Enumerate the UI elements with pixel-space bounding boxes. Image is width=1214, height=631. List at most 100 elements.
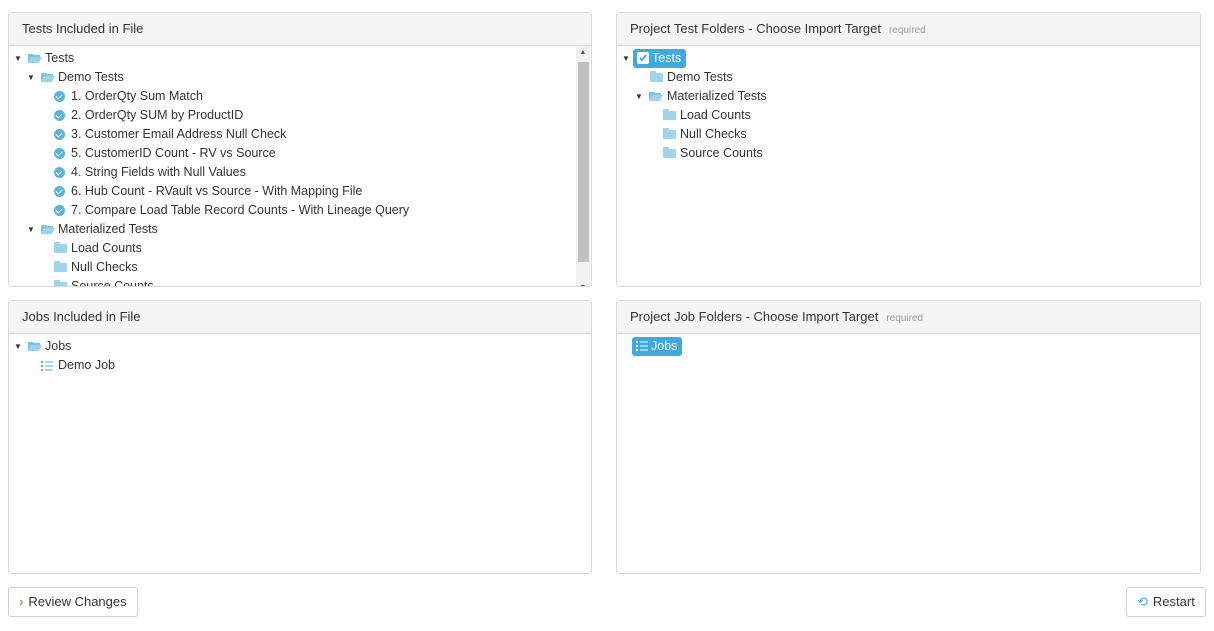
check-circle-icon <box>54 205 65 216</box>
tree-node-label: 6. Hub Count - RVault vs Source - With M… <box>71 184 363 198</box>
selected-target-node[interactable]: Jobs <box>632 337 683 356</box>
tree-node-folder[interactable]: Null Checks <box>9 258 591 277</box>
list-icon <box>41 361 53 371</box>
check-circle-icon <box>54 129 65 140</box>
scroll-down-icon[interactable]: ▼ <box>576 284 590 286</box>
tests-in-file-tree: ▼ Tests ▼ Demo Tests 1. OrderQty Sum Mat… <box>9 46 591 287</box>
project-job-folders-header: Project Job Folders - Choose Import Targ… <box>617 301 1200 334</box>
restart-button[interactable]: ⟲ Restart <box>1126 587 1206 617</box>
project-test-folders-tree: ▼ Tests Demo Tests ▼ Materialized Tests … <box>617 46 1200 163</box>
tree-node-label: 5. CustomerID Count - RV vs Source <box>71 146 276 160</box>
tree-node-folder[interactable]: Source Counts <box>617 144 1200 163</box>
expand-caret-icon[interactable]: ▼ <box>26 68 36 87</box>
project-test-folders-header: Project Test Folders - Choose Import Tar… <box>617 13 1200 46</box>
scroll-up-icon[interactable]: ▲ <box>576 49 590 56</box>
tree-node-jobs-root[interactable]: ▼ Jobs <box>9 337 591 356</box>
project-job-folders-panel: Project Job Folders - Choose Import Targ… <box>616 300 1201 574</box>
chevron-right-icon: › <box>19 594 24 609</box>
tree-node-folder[interactable]: Load Counts <box>617 106 1200 125</box>
tree-node-folder[interactable]: Null Checks <box>617 125 1200 144</box>
review-changes-button[interactable]: › Review Changes <box>8 587 138 617</box>
tree-node-label: 4. String Fields with Null Values <box>71 165 246 179</box>
folder-open-icon <box>649 92 663 101</box>
tree-node-label: Demo Tests <box>667 70 733 84</box>
tree-node-label: Demo Job <box>58 358 115 372</box>
tests-in-file-header: Tests Included in File <box>9 13 591 46</box>
expand-caret-icon[interactable]: ▼ <box>621 49 631 68</box>
tree-node-label: Demo Tests <box>58 70 124 84</box>
panel-title: Project Job Folders - Choose Import Targ… <box>630 309 879 324</box>
tree-node-materialized-tests[interactable]: ▼ Materialized Tests <box>617 87 1200 106</box>
check-circle-icon <box>54 91 65 102</box>
expand-caret-icon[interactable]: ▼ <box>634 87 644 106</box>
tree-node-label: Jobs <box>651 339 678 353</box>
panel-title: Jobs Included in File <box>22 309 141 324</box>
folder-icon <box>663 147 676 158</box>
tests-in-file-panel: Tests Included in File ▼ Tests ▼ Demo Te… <box>8 12 592 287</box>
button-label: Restart <box>1152 594 1195 609</box>
jobs-in-file-tree: ▼ Jobs Demo Job <box>9 334 591 375</box>
tree-node-test[interactable]: 4. String Fields with Null Values <box>9 163 591 182</box>
expand-caret-icon[interactable]: ▼ <box>13 337 23 356</box>
tree-node-demo-tests[interactable]: ▼ Demo Tests <box>9 68 591 87</box>
required-hint: required <box>888 25 926 36</box>
tree-node-folder[interactable]: Source Counts <box>9 277 591 287</box>
check-circle-icon <box>54 110 65 121</box>
folder-icon <box>663 109 676 120</box>
expand-caret-icon[interactable]: ▼ <box>26 220 36 239</box>
tree-node-label: Materialized Tests <box>58 222 158 236</box>
tree-node-job[interactable]: Demo Job <box>9 356 591 375</box>
undo-icon: ⟲ <box>1137 594 1148 609</box>
tree-node-label: Tests <box>652 51 682 65</box>
tree-node-label: Source Counts <box>680 146 763 160</box>
folder-icon <box>54 242 67 253</box>
tree-node-label: Null Checks <box>680 127 747 141</box>
list-icon <box>636 341 648 351</box>
tree-node-test[interactable]: 5. CustomerID Count - RV vs Source <box>9 144 591 163</box>
selected-target-node[interactable]: Tests <box>633 49 687 68</box>
folder-icon <box>663 128 676 139</box>
expand-caret-icon[interactable]: ▼ <box>13 49 23 68</box>
tree-node-test[interactable]: 3. Customer Email Address Null Check <box>9 125 591 144</box>
jobs-in-file-panel: Jobs Included in File ▼ Jobs Demo Job <box>8 300 592 574</box>
tree-node-tests-root[interactable]: ▼ Tests <box>617 49 1200 68</box>
tree-node-jobs-root[interactable]: Jobs <box>617 337 1200 356</box>
jobs-in-file-header: Jobs Included in File <box>9 301 591 334</box>
check-circle-icon <box>54 186 65 197</box>
required-hint: required <box>886 313 924 324</box>
tree-node-materialized-tests[interactable]: ▼ Materialized Tests <box>9 220 591 239</box>
tree-node-tests-root[interactable]: ▼ Tests <box>9 49 591 68</box>
tree-node-label: Load Counts <box>71 241 142 255</box>
project-job-folders-tree: Jobs <box>617 334 1200 356</box>
project-test-folders-panel: Project Test Folders - Choose Import Tar… <box>616 12 1201 287</box>
tree-node-label: 7. Compare Load Table Record Counts - Wi… <box>71 203 410 217</box>
folder-icon <box>54 261 67 272</box>
tree-node-test[interactable]: 2. OrderQty SUM by ProductID <box>9 106 591 125</box>
folder-open-icon <box>41 73 55 82</box>
tree-node-test[interactable]: 1. OrderQty Sum Match <box>9 87 591 106</box>
scroll-thumb[interactable] <box>578 62 589 262</box>
folder-open-icon <box>41 225 55 234</box>
tree-node-label: 1. OrderQty Sum Match <box>71 89 203 103</box>
tree-node-label: 3. Customer Email Address Null Check <box>71 127 287 141</box>
tree-node-label: 2. OrderQty SUM by ProductID <box>71 108 244 122</box>
tree-node-label: Materialized Tests <box>667 89 767 103</box>
folder-open-icon <box>28 342 42 351</box>
tree-scrollbar[interactable]: ▲ ▼ <box>576 46 590 286</box>
tree-node-test[interactable]: 7. Compare Load Table Record Counts - Wi… <box>9 201 591 220</box>
tree-node-demo-tests[interactable]: Demo Tests <box>617 68 1200 87</box>
check-circle-icon <box>54 167 65 178</box>
check-circle-icon <box>54 148 65 159</box>
panel-title: Project Test Folders - Choose Import Tar… <box>630 21 881 36</box>
tree-node-label: Source Counts <box>71 279 154 287</box>
button-label: Review Changes <box>28 594 127 609</box>
tree-node-test[interactable]: 6. Hub Count - RVault vs Source - With M… <box>9 182 591 201</box>
tree-node-label: Jobs <box>45 339 72 353</box>
tree-node-label: Tests <box>45 51 75 65</box>
tree-node-folder[interactable]: Load Counts <box>9 239 591 258</box>
check-square-icon <box>637 52 649 64</box>
tree-node-label: Load Counts <box>680 108 751 122</box>
panel-title: Tests Included in File <box>22 21 144 36</box>
folder-icon <box>54 280 67 286</box>
tree-node-label: Null Checks <box>71 260 138 274</box>
